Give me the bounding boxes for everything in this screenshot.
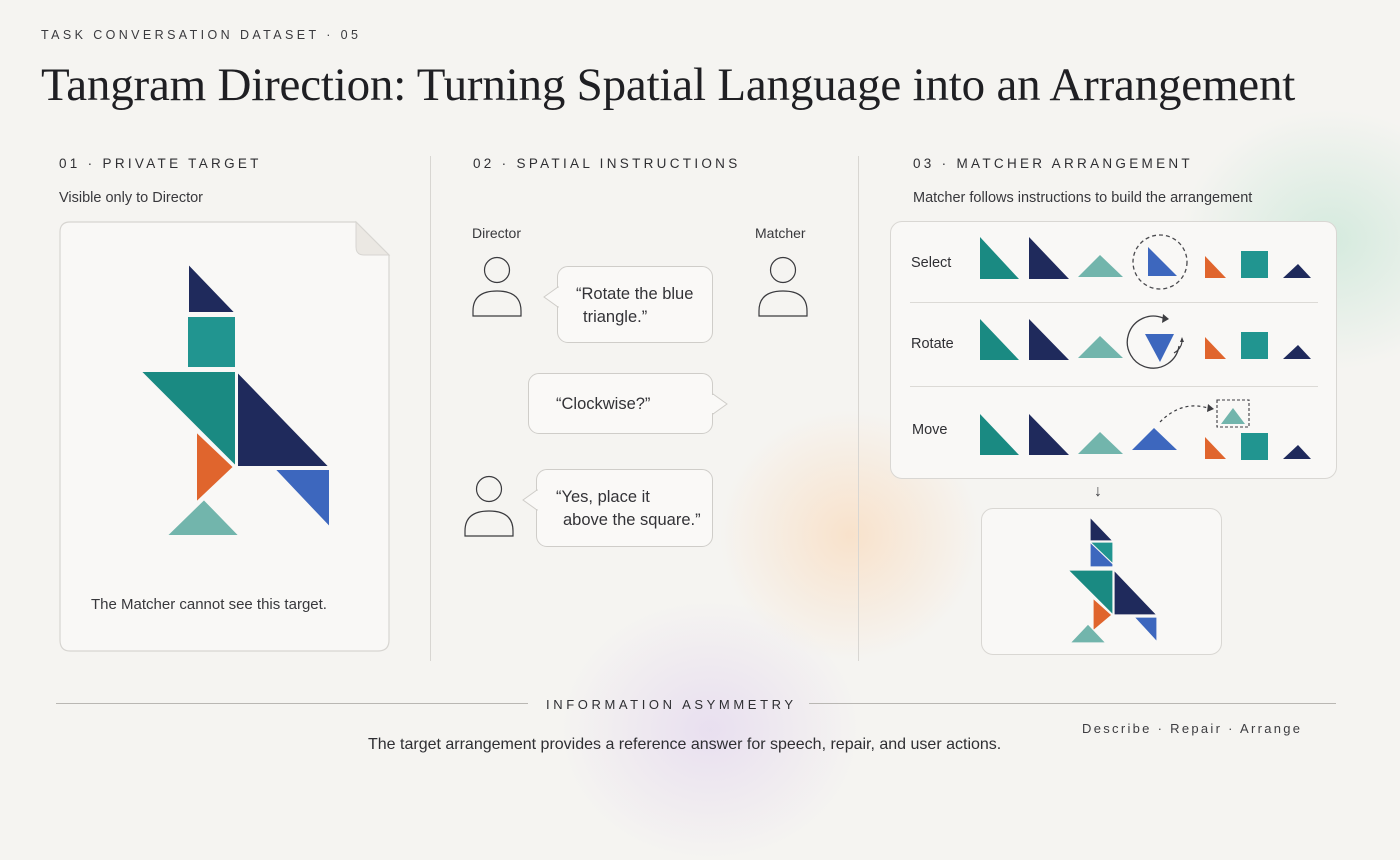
move-path — [1159, 405, 1209, 423]
bubble-tail — [522, 489, 538, 511]
page-title: Tangram Direction: Turning Spatial Langu… — [41, 59, 1296, 111]
footer-caption: The target arrangement provides a refere… — [368, 736, 1002, 753]
section-subtitle-matcher-arrangement: Matcher follows instructions to build th… — [913, 190, 1253, 206]
result-tangram — [1067, 516, 1158, 644]
target-tangram — [139, 262, 331, 537]
section-heading-matcher-arrangement: 03 · MATCHER ARRANGEMENT — [913, 156, 1193, 171]
target-note: The Matcher cannot see this target. — [91, 596, 327, 613]
move-step-pieces[interactable] — [970, 392, 1320, 468]
step-divider — [910, 302, 1318, 303]
down-arrow-icon: ↓ — [1094, 483, 1102, 500]
select-step-pieces[interactable] — [970, 228, 1320, 296]
director-message-1: “Rotate the blue triangle.” — [557, 266, 713, 343]
step-label-select: Select — [911, 255, 952, 271]
footer-rule-left — [56, 703, 528, 704]
matcher-message: “Clockwise?” — [528, 373, 713, 434]
director-avatar-icon — [464, 475, 514, 537]
rotate-step-pieces[interactable] — [970, 309, 1320, 381]
section-heading-spatial-instructions: 02 · SPATIAL INSTRUCTIONS — [473, 156, 741, 171]
director-label: Director — [472, 225, 522, 241]
bubble-tail — [712, 393, 728, 415]
step-label-rotate: Rotate — [911, 336, 954, 352]
step-label-move: Move — [912, 422, 948, 438]
director-message-2: “Yes, place it above the square.” — [536, 469, 713, 547]
section-heading-private-target: 01 · PRIVATE TARGET — [59, 156, 262, 171]
column-divider-1 — [430, 156, 431, 661]
step-divider — [910, 386, 1318, 387]
section-subtitle-private-target: Visible only to Director — [59, 190, 203, 206]
director-avatar-icon — [472, 256, 522, 317]
footer-tags: Describe · Repair · Arrange — [1082, 721, 1303, 736]
dataset-kicker: TASK CONVERSATION DATASET · 05 — [41, 28, 362, 42]
column-divider-2 — [858, 156, 859, 661]
matcher-label: Matcher — [755, 225, 806, 241]
footer-rule-right — [809, 703, 1336, 704]
matcher-avatar-icon — [758, 256, 808, 317]
footer-heading: INFORMATION ASYMMETRY — [546, 697, 797, 712]
bubble-tail — [543, 286, 559, 308]
